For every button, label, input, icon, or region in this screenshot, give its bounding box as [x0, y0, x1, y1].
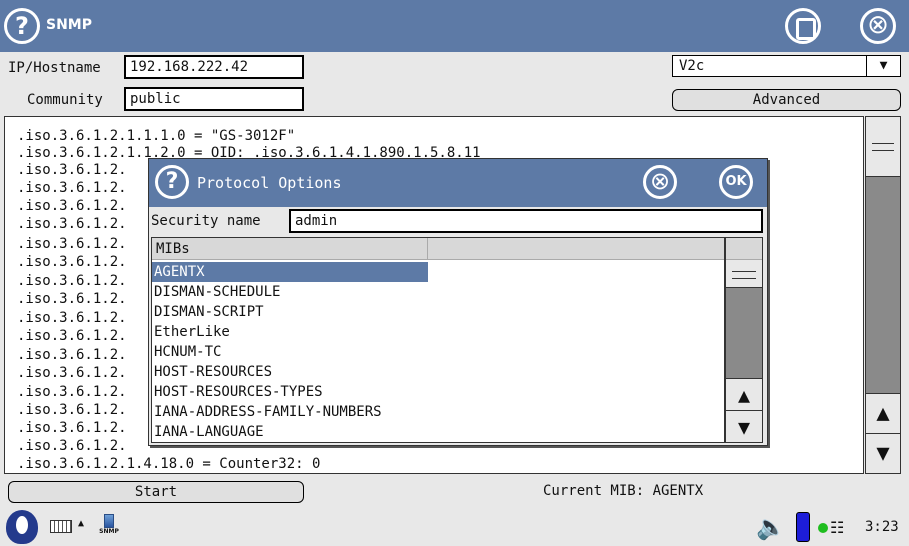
- mib-item[interactable]: DISMAN-SCHEDULE: [152, 282, 428, 302]
- status-dot-icon: [818, 523, 828, 533]
- output-line: .iso.3.6.1.2.: [17, 180, 127, 196]
- battery-icon[interactable]: [796, 512, 810, 542]
- start-button[interactable]: Start: [8, 481, 304, 503]
- mib-item-agentx[interactable]: AGENTX: [152, 262, 428, 282]
- protocol-options-dialog: ? Protocol Options ⊗ OK Security name ad…: [148, 158, 768, 446]
- output-line: .iso.3.6.1.2.: [17, 216, 127, 232]
- menu-logo-icon[interactable]: [6, 510, 38, 544]
- output-line: .iso.3.6.1.2.: [17, 291, 127, 307]
- ok-button[interactable]: OK: [719, 165, 753, 199]
- output-line: .iso.3.6.1.2.: [17, 420, 127, 436]
- output-line: .iso.3.6.1.2.: [17, 365, 127, 381]
- output-scrollbar[interactable]: ▲ ▼: [865, 116, 901, 474]
- output-line: .iso.3.6.1.2.: [17, 438, 127, 454]
- security-name-input[interactable]: admin: [289, 209, 763, 233]
- output-line: .iso.3.6.1.2.: [17, 347, 127, 363]
- close-icon[interactable]: ⊗: [643, 165, 677, 199]
- snmp-app-icon: [104, 514, 114, 528]
- advanced-button[interactable]: Advanced: [672, 89, 901, 111]
- maximize-icon[interactable]: [785, 8, 821, 44]
- mib-item[interactable]: IANA-LANGUAGE: [152, 422, 428, 442]
- output-line: .iso.3.6.1.2.1.4.18.0 = Counter32: 0: [17, 456, 321, 472]
- scroll-thumb[interactable]: [866, 117, 900, 177]
- output-line: .iso.3.6.1.2.: [17, 402, 127, 418]
- network-icon[interactable]: ☷: [830, 518, 844, 537]
- version-select[interactable]: V2c ▼: [672, 55, 901, 77]
- scroll-up-icon[interactable]: ▲: [726, 378, 762, 410]
- dialog-title-bar: ? Protocol Options ⊗ OK: [149, 159, 767, 207]
- speaker-icon[interactable]: 🔈: [756, 515, 786, 539]
- scrollbar-header: [726, 238, 762, 260]
- host-input[interactable]: 192.168.222.42: [124, 55, 304, 79]
- scroll-down-icon[interactable]: ▼: [726, 410, 762, 442]
- mib-list-header: MIBs: [152, 238, 724, 260]
- output-line: .iso.3.6.1.2.: [17, 310, 127, 326]
- dialog-title: Protocol Options: [197, 174, 342, 192]
- clock: 3:23: [865, 519, 899, 535]
- output-line: .iso.3.6.1.2.: [17, 384, 127, 400]
- output-line: .iso.3.6.1.2.: [17, 273, 127, 289]
- current-mib-label: Current MIB: AGENTX: [543, 483, 704, 499]
- mib-item[interactable]: HOST-RESOURCES: [152, 362, 428, 382]
- mib-item[interactable]: EtherLike: [152, 322, 428, 342]
- mib-item[interactable]: HCNUM-TC: [152, 342, 428, 362]
- close-icon[interactable]: ⊗: [860, 8, 896, 44]
- scroll-up-icon[interactable]: ▲: [866, 393, 900, 433]
- chevron-down-icon[interactable]: ▼: [866, 56, 900, 76]
- help-icon[interactable]: ?: [4, 8, 40, 44]
- mib-column-header[interactable]: MIBs: [152, 238, 428, 260]
- keyboard-icon[interactable]: [50, 520, 72, 533]
- mib-item[interactable]: DISMAN-SCRIPT: [152, 302, 428, 322]
- mib-item[interactable]: IANA-ADDRESS-FAMILY-NUMBERS: [152, 402, 428, 422]
- community-label: Community: [27, 92, 103, 108]
- title-bar: ? SNMP ⊗: [0, 0, 909, 52]
- snmp-task-label: SNMP: [99, 528, 119, 535]
- output-line: .iso.3.6.1.2.: [17, 328, 127, 344]
- output-line: .iso.3.6.1.2.: [17, 162, 127, 178]
- output-line: .iso.3.6.1.2.: [17, 254, 127, 270]
- scroll-down-icon[interactable]: ▼: [866, 433, 900, 473]
- security-name-label: Security name: [151, 213, 261, 229]
- output-line: .iso.3.6.1.2.: [17, 236, 127, 252]
- output-line: .iso.3.6.1.2.1.1.1.0 = "GS-3012F": [17, 128, 296, 144]
- taskbar: ▲ SNMP 🔈 ☷ 3:23: [0, 506, 909, 546]
- community-input[interactable]: public: [124, 87, 304, 111]
- host-label: IP/Hostname: [8, 60, 101, 76]
- up-arrow-icon[interactable]: ▲: [78, 518, 84, 529]
- version-value: V2c: [679, 58, 705, 74]
- scroll-thumb[interactable]: [726, 260, 762, 288]
- output-line: .iso.3.6.1.2.: [17, 198, 127, 214]
- mib-item[interactable]: HOST-RESOURCES-TYPES: [152, 382, 428, 402]
- mib-list-scrollbar[interactable]: ▲ ▼: [725, 237, 763, 443]
- window-title: SNMP: [46, 17, 92, 33]
- help-icon[interactable]: ?: [155, 165, 189, 199]
- mib-list[interactable]: MIBs AGENTX DISMAN-SCHEDULE DISMAN-SCRIP…: [151, 237, 725, 443]
- snmp-task-icon[interactable]: SNMP: [98, 514, 120, 544]
